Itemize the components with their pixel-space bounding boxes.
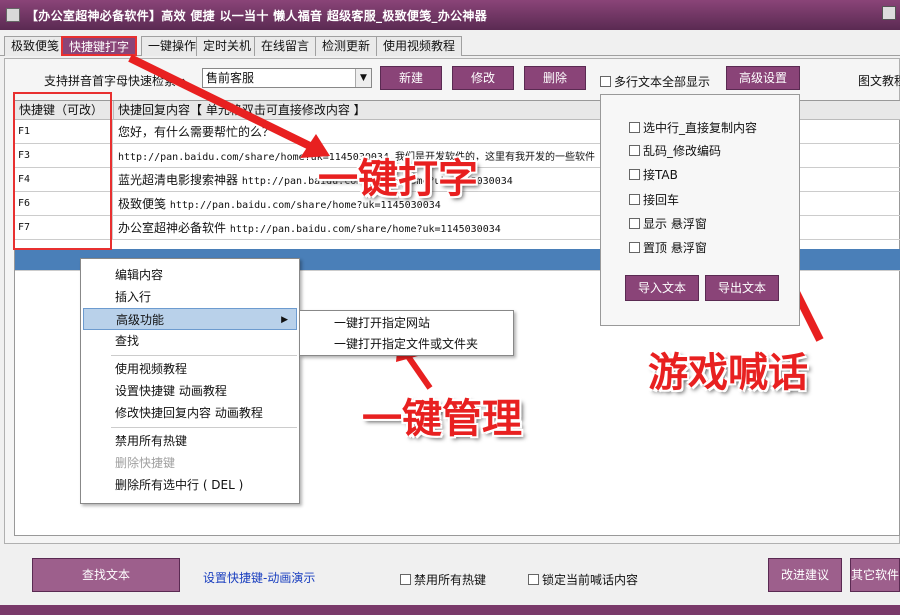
advanced-settings-panel: 选中行_直接复制内容 乱码_修改编码 接TAB 接回车 显示 悬浮窗 置顶 悬浮… [600, 94, 800, 326]
checkbox-icon[interactable] [629, 169, 640, 180]
option-label: 乱码_修改编码 [643, 144, 722, 158]
menu-item-edit-reply-anim[interactable]: 修改快捷回复内容 动画教程 [83, 402, 297, 424]
chevron-right-icon: ▶ [281, 315, 288, 325]
checkbox-icon[interactable] [629, 122, 640, 133]
advanced-submenu: 一键打开指定网站 一键打开指定文件或文件夹 [299, 310, 514, 356]
checkbox-icon[interactable] [629, 218, 640, 229]
option-garbled-row[interactable]: 乱码_修改编码 [629, 142, 721, 159]
option-label: 显示 悬浮窗 [643, 217, 707, 231]
lock-content-checkbox[interactable]: 锁定当前喊话内容 [528, 571, 638, 588]
import-text-button[interactable]: 导入文本 [625, 275, 699, 301]
disable-hotkeys-checkbox[interactable]: 禁用所有热键 [400, 571, 486, 588]
menu-item-delete-selected[interactable]: 删除所有选中行 ( DEL ) [83, 474, 297, 496]
menu-item-advanced-label: 高级功能 [116, 313, 165, 327]
menu-item-delete-hotkey: 删除快捷键 [115, 456, 176, 470]
menu-item-edit[interactable]: 编辑内容 [83, 264, 297, 286]
option-enter-row[interactable]: 接回车 [629, 191, 679, 208]
menu-item-disable-all[interactable]: 禁用所有热键 [83, 430, 297, 452]
checkbox-icon[interactable] [400, 574, 411, 585]
option-label: 选中行_直接复制内容 [643, 121, 758, 135]
menu-item-insert-row[interactable]: 插入行 [83, 286, 297, 308]
disable-hotkeys-label: 禁用所有热键 [414, 573, 487, 587]
option-copy-row[interactable]: 选中行_直接复制内容 [629, 119, 757, 136]
checkbox-icon[interactable] [629, 145, 640, 156]
context-menu: 编辑内容 插入行 高级功能 ▶ 查找 使用视频教程 设置快捷键 动画教程 修改快… [80, 258, 300, 504]
status-bar [0, 605, 900, 615]
option-float-show-row[interactable]: 显示 悬浮窗 [629, 215, 707, 232]
annotation-game-shout: 游戏喊话 [648, 350, 808, 396]
hotkey-demo-link[interactable]: 设置快捷键-动画演示 [203, 569, 315, 586]
option-label: 接回车 [643, 193, 680, 207]
menu-separator [111, 355, 297, 356]
menu-item-find[interactable]: 查找 [83, 330, 297, 352]
option-label: 接TAB [643, 168, 678, 182]
menu-separator [111, 427, 297, 428]
other-software-button[interactable]: 其它软件 [850, 558, 900, 592]
option-float-top-row[interactable]: 置顶 悬浮窗 [629, 239, 707, 256]
checkbox-icon[interactable] [528, 574, 539, 585]
checkbox-icon[interactable] [629, 194, 640, 205]
annotation-one-click-manage: 一键管理 [362, 396, 522, 442]
checkbox-icon[interactable] [629, 242, 640, 253]
menu-item-advanced[interactable]: 高级功能 ▶ [83, 308, 297, 330]
menu-item-video[interactable]: 使用视频教程 [83, 358, 297, 380]
find-text-button[interactable]: 查找文本 [32, 558, 180, 592]
suggestion-button[interactable]: 改进建议 [768, 558, 842, 592]
option-label: 置顶 悬浮窗 [643, 241, 707, 255]
option-tab-row[interactable]: 接TAB [629, 166, 678, 183]
submenu-item-open-file[interactable]: 一键打开指定文件或文件夹 [302, 334, 512, 354]
export-text-button[interactable]: 导出文本 [705, 275, 779, 301]
submenu-item-open-site[interactable]: 一键打开指定网站 [302, 313, 512, 333]
annotation-one-click-typing: 一键打字 [318, 156, 478, 202]
lock-content-label: 锁定当前喊话内容 [542, 573, 639, 587]
menu-item-set-hotkey-anim[interactable]: 设置快捷键 动画教程 [83, 380, 297, 402]
